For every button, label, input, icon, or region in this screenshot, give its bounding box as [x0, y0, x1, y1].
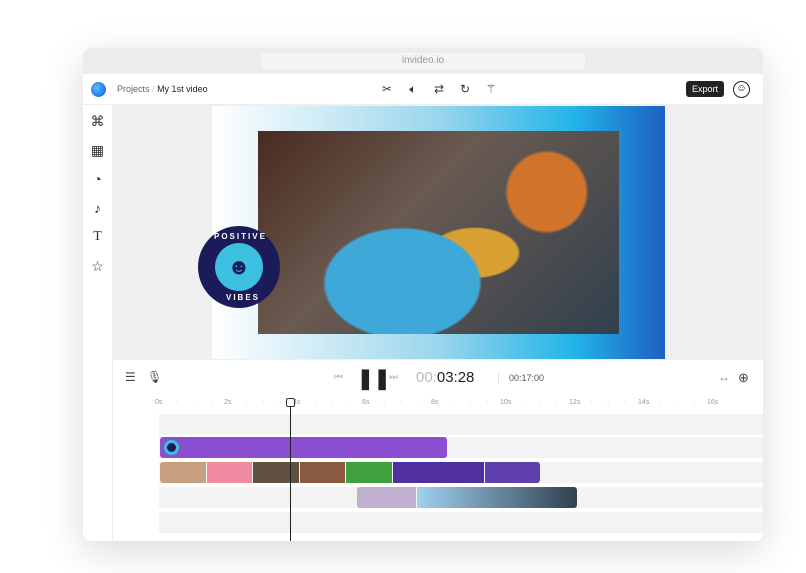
export-button[interactable]: Export	[686, 81, 725, 97]
url-bar[interactable]: invideo.io	[261, 53, 585, 69]
fit-width-icon[interactable]: ↔	[718, 370, 730, 384]
ruler-dot: ·	[452, 399, 455, 406]
preview-area: POSITIVE ☻ VIBES	[113, 105, 763, 360]
magic-wand-icon[interactable]: ⚚	[483, 81, 499, 97]
video-frame-image[interactable]	[258, 131, 619, 334]
clip-thumbnail[interactable]	[346, 462, 393, 483]
ruler-label: 0s	[155, 399, 163, 406]
app-header: Projects / My 1st video ✂ 🔈︎ ⇄ ↻ ⚚ Expor…	[83, 74, 763, 105]
ruler-dot: ·	[279, 399, 282, 406]
sticker-text-top: POSITIVE	[214, 232, 267, 241]
ruler-dot: ·	[245, 399, 248, 406]
swap-icon[interactable]: ⇄	[431, 81, 447, 97]
ruler-dot: ·	[176, 399, 179, 406]
title-bar: invideo.io	[83, 48, 763, 74]
current-time-value: 03:28	[436, 369, 475, 386]
track-row-empty-2[interactable]	[159, 512, 763, 533]
scissors-icon[interactable]: ✂	[379, 81, 395, 97]
ruler-dot: ·	[314, 399, 317, 406]
ruler-dot: ·	[521, 399, 524, 406]
favorites-icon[interactable]: ☆	[90, 258, 106, 274]
clip-thumbnail[interactable]	[299, 462, 346, 483]
clip-thumbnail[interactable]	[357, 487, 417, 508]
zoom-in-icon[interactable]: ⊕	[738, 370, 749, 386]
track-row-video-2[interactable]	[159, 487, 763, 508]
track-row-stickers[interactable]	[159, 437, 763, 458]
ruler-dot: ·	[538, 399, 541, 406]
playhead-handle[interactable]	[285, 398, 295, 407]
volume-icon[interactable]: 🔈︎	[405, 81, 421, 97]
tracks-icon[interactable]: ☰	[125, 370, 136, 384]
left-toolbar: ⌘ ▦ ◔ ♪ T ☆	[83, 105, 113, 541]
rotate-icon[interactable]: ↻	[457, 81, 473, 97]
ruler-label: 16s	[707, 399, 719, 406]
ruler-dot: ·	[590, 399, 593, 406]
positive-vibes-sticker[interactable]: POSITIVE ☻ VIBES	[198, 226, 280, 308]
ruler-dot: ·	[262, 399, 265, 406]
ruler-label: 12s	[569, 399, 581, 406]
video-clips-strip-2[interactable]	[357, 487, 577, 508]
ruler-dot: ·	[348, 399, 351, 406]
playhead[interactable]	[289, 401, 291, 541]
skip-back-icon[interactable]: ⏮	[334, 372, 343, 383]
browser-window: invideo.io Projects / My 1st video ✂ 🔈︎ …	[83, 48, 763, 541]
current-time: 00:03:28	[416, 369, 474, 386]
timeline: ☰ 🎙︎ ⏮ ❚❚ ⏭ 00:03:28 00:17:00 ↔ ⊕ 0s · · · 2…	[113, 360, 763, 541]
ruler-label: 2s	[224, 399, 232, 406]
text-icon[interactable]: T	[90, 229, 106, 245]
sticker-clip-thumbnail	[164, 440, 179, 455]
video-canvas[interactable]: POSITIVE ☻ VIBES	[198, 106, 665, 359]
clip-thumbnail[interactable]	[253, 462, 299, 483]
clip-thumbnail[interactable]	[393, 462, 485, 483]
current-time-hours: 00:	[416, 369, 437, 386]
track-row-video-1[interactable]	[159, 462, 763, 483]
ruler-dot: ·	[469, 399, 472, 406]
clip-thumbnail[interactable]	[417, 487, 577, 508]
clip-thumbnail[interactable]	[485, 462, 540, 483]
sticker-clip[interactable]	[160, 437, 447, 458]
ruler-dot: ·	[383, 399, 386, 406]
ruler-dot: ·	[659, 399, 662, 406]
elements-icon[interactable]: ⌘	[90, 113, 106, 129]
video-clips-strip[interactable]	[160, 462, 540, 483]
clip-thumbnail[interactable]	[206, 462, 253, 483]
stickers-icon[interactable]: ◔	[90, 171, 106, 187]
music-icon[interactable]: ♪	[90, 200, 106, 216]
ruler-dot: ·	[607, 399, 610, 406]
ruler-dot: ·	[400, 399, 403, 406]
ruler-dot: ·	[417, 399, 420, 406]
clip-thumbnail[interactable]	[160, 462, 206, 483]
smiley-icon: ☻	[215, 243, 263, 291]
ruler-dot: ·	[331, 399, 334, 406]
sticker-text-bottom: VIBES	[226, 293, 261, 302]
ruler-dot: ·	[676, 399, 679, 406]
track-row-empty[interactable]	[159, 414, 763, 435]
ruler-dot: ·	[693, 399, 696, 406]
user-avatar-icon[interactable]: ☺	[733, 81, 750, 98]
media-icon[interactable]: ▦	[90, 142, 106, 158]
skip-forward-icon[interactable]: ⏭	[389, 372, 398, 383]
ruler-label: 6s	[362, 399, 370, 406]
time-ruler[interactable]: 0s · · · 2s · · · 4s · · · 6s · · · 8s · · · 10s · · · 12s · · · 14s…	[113, 397, 763, 409]
ruler-dot: ·	[486, 399, 489, 406]
breadcrumb-separator: /	[152, 84, 155, 94]
pause-icon[interactable]: ❚❚	[357, 366, 391, 391]
breadcrumb-projects[interactable]: Projects	[117, 84, 150, 94]
ruler-dot: ·	[555, 399, 558, 406]
ruler-label: 8s	[431, 399, 439, 406]
ruler-dot: ·	[193, 399, 196, 406]
ruler-label: 10s	[500, 399, 512, 406]
microphone-icon[interactable]: 🎙︎	[147, 370, 162, 384]
ruler-dot: ·	[210, 399, 213, 406]
ruler-label: 14s	[638, 399, 650, 406]
ruler-dot: ·	[624, 399, 627, 406]
project-name[interactable]: My 1st video	[157, 84, 208, 94]
invideo-logo[interactable]	[91, 82, 106, 97]
total-duration: 00:17:00	[498, 373, 544, 383]
breadcrumb: Projects / My 1st video	[117, 84, 208, 94]
